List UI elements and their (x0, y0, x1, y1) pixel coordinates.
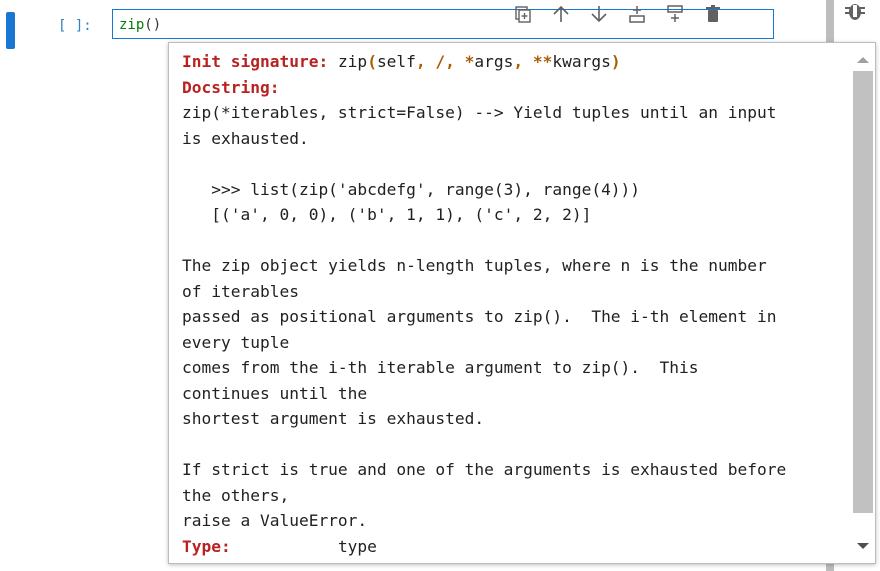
type-value: type (337, 536, 377, 556)
tooltip-scrollbar[interactable] (853, 49, 873, 557)
doc-line: The zip object yields n-length tuples, w… (182, 256, 767, 275)
scroll-thumb[interactable] (853, 71, 873, 513)
tooltip-text: Init signature: zip(self, /, *args, **kw… (182, 49, 850, 559)
scroll-up-arrow-icon[interactable] (857, 57, 869, 63)
doc-line: of iterables (182, 281, 299, 301)
signature-open-paren: ( (367, 52, 377, 71)
signature-arg-self: self (376, 52, 416, 71)
active-cell-indicator (6, 12, 15, 49)
delete-cell-button[interactable] (700, 2, 726, 26)
debugger-icon[interactable] (842, 0, 868, 22)
doc-line: passed as positional arguments to zip().… (182, 307, 777, 326)
doc-line: the others, (182, 485, 290, 505)
signature-close-paren: ) (610, 52, 621, 71)
cell-toolbar (510, 2, 726, 26)
insert-above-button[interactable] (624, 2, 650, 26)
code-function-name: zip (119, 17, 145, 33)
signature-arg-args: args (474, 52, 514, 71)
code-parens: () (144, 17, 162, 33)
duplicate-cell-button[interactable] (510, 2, 536, 26)
signature-arg-kwargs: kwargs (552, 52, 611, 71)
signature-name: zip (337, 52, 368, 71)
insert-above-icon (629, 6, 645, 23)
doc-line: >>> list(zip('abcdefg', range(3), range(… (182, 179, 641, 199)
signature-comma: , (513, 52, 524, 71)
init-signature-label: Init signature: (182, 52, 329, 71)
doc-line: every tuple (182, 332, 290, 352)
signature-star: * (454, 52, 475, 71)
insert-below-button[interactable] (662, 2, 688, 26)
move-up-button[interactable] (548, 2, 574, 26)
doc-line: comes from the i-th iterable argument to… (182, 358, 699, 377)
inspect-tooltip: Init signature: zip(self, /, *args, **kw… (168, 42, 876, 564)
doc-line: continues until the (182, 383, 368, 403)
doc-line: shortest argument is exhausted. (182, 409, 485, 428)
signature-comma: , (445, 52, 455, 71)
insert-below-icon (667, 5, 683, 22)
cell-prompt: [ ]: (58, 18, 92, 34)
duplicate-cell-icon (515, 6, 531, 23)
signature-comma: , (415, 52, 426, 71)
cell-code: zip() (119, 17, 161, 33)
doc-line: zip(*iterables, strict=False) --> Yield … (182, 103, 777, 122)
doc-line: [('a', 0, 0), ('b', 1, 1), ('c', 2, 2)] (182, 205, 592, 224)
signature-slash: / (425, 52, 446, 71)
move-down-button[interactable] (586, 2, 612, 26)
docstring-label: Docstring: (182, 77, 280, 97)
move-up-icon (553, 5, 569, 22)
delete-cell-icon (706, 5, 720, 22)
scroll-down-arrow-icon[interactable] (857, 543, 869, 549)
move-down-icon (591, 6, 607, 23)
doc-line: raise a ValueError. (182, 511, 368, 530)
doc-line: If strict is true and one of the argumen… (182, 460, 787, 479)
signature-double-star: ** (523, 52, 553, 71)
type-label: Type: (182, 536, 231, 556)
doc-line: is exhausted. (182, 128, 309, 148)
